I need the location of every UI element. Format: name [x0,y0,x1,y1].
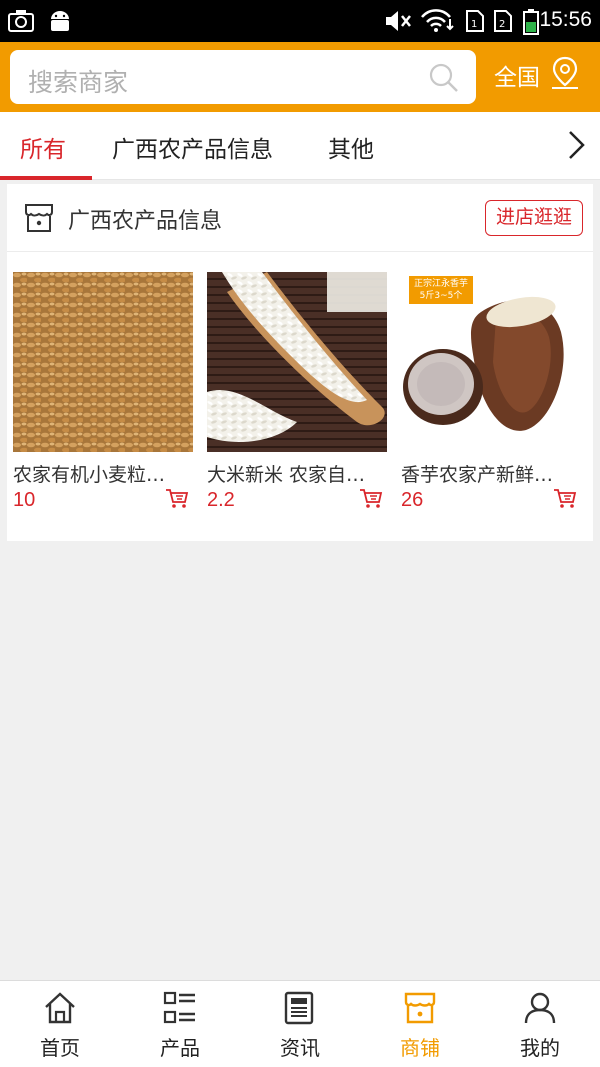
shop-icon [403,991,437,1029]
svg-text:2: 2 [499,19,505,30]
shop-card: 广西农产品信息 进店逛逛 农家有机小麦粒… 10 大米新米 农家自… 2.2 正… [7,184,593,541]
android-icon [48,9,72,37]
tab-guangxi-agri-info[interactable]: 广西农产品信息 [112,130,273,164]
news-icon [283,991,317,1029]
shop-header: 广西农产品信息 进店逛逛 [7,184,593,252]
nav-shops[interactable]: 商铺 [360,981,480,1067]
product-card[interactable]: 正宗江永香芋 5斤3~5个 香芋农家产新鲜… 26 [401,272,581,512]
tab-all[interactable]: 所有 [20,130,66,164]
home-icon [43,991,77,1029]
nav-label: 首页 [40,1036,80,1060]
status-bar: 1 2 15:56 [0,0,600,42]
nav-products[interactable]: 产品 [120,981,240,1067]
product-name: 大米新米 农家自… [207,464,366,486]
product-card[interactable]: 农家有机小麦粒… 10 [13,272,193,512]
nav-news[interactable]: 资讯 [240,981,360,1067]
add-to-cart-icon[interactable] [553,488,577,514]
nav-home[interactable]: 首页 [0,981,120,1067]
product-card[interactable]: 大米新米 农家自… 2.2 [207,272,387,512]
screenshot-icon [8,9,34,37]
promo-badge-line1: 正宗江永香芋 [413,279,468,289]
promo-badge-line2: 5斤3~5个 [419,291,463,301]
search-header: 搜索商家 全国 [0,42,600,112]
visit-shop-button[interactable]: 进店逛逛 [485,200,583,236]
nav-label: 商铺 [400,1036,440,1060]
region-selector[interactable]: 全国 [494,58,540,92]
search-icon[interactable] [428,62,460,98]
list-icon [163,991,197,1029]
search-box[interactable]: 搜索商家 [10,50,476,104]
user-icon [523,991,557,1029]
battery-icon [522,9,540,39]
add-to-cart-icon[interactable] [165,488,189,514]
status-time: 15:56 [539,8,592,31]
nav-mine[interactable]: 我的 [480,981,600,1067]
mute-icon [384,9,412,37]
product-promo-badge: 正宗江永香芋 5斤3~5个 [409,276,473,304]
nav-label: 资讯 [280,1036,320,1060]
category-tabs: 所有 广西农产品信息 其他 [0,112,600,180]
product-name: 农家有机小麦粒… [13,464,166,486]
search-input[interactable]: 搜索商家 [28,63,128,99]
shop-name: 广西农产品信息 [68,209,223,234]
sim1-icon: 1 [464,9,486,37]
storefront-icon [23,202,55,238]
active-tab-indicator [0,176,92,180]
product-image-rice[interactable] [207,272,387,452]
nav-label: 我的 [520,1036,560,1060]
svg-text:1: 1 [471,19,477,30]
wifi-icon [420,9,456,37]
product-image-taro[interactable]: 正宗江永香芋 5斤3~5个 [401,272,581,452]
sim2-icon: 2 [492,9,514,37]
nav-label: 产品 [160,1036,200,1060]
chevron-right-icon[interactable] [562,128,590,166]
location-pin-icon[interactable] [549,56,581,94]
add-to-cart-icon[interactable] [359,488,383,514]
product-image-wheat[interactable] [13,272,193,452]
product-name: 香芋农家产新鲜… [401,464,554,486]
bottom-nav: 首页 产品 资讯 商铺 我的 [0,980,600,1067]
tab-other[interactable]: 其他 [328,130,374,164]
